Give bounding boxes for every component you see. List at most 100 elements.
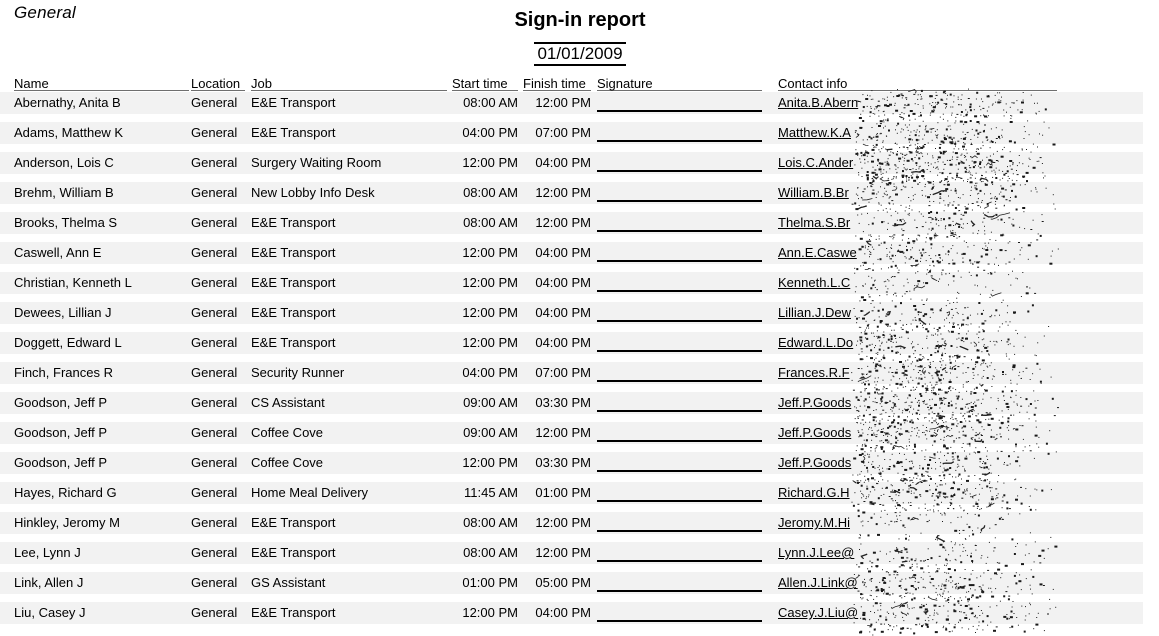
contact-info-link[interactable]: Lois.C.Ander — [778, 155, 1057, 171]
contact-info-link[interactable]: Edward.L.Do — [778, 335, 1057, 351]
table-row: Anderson, Lois C General Surgery Waiting R… — [0, 152, 1159, 182]
contact-info-link[interactable]: Jeff.P.Goods — [778, 395, 1057, 411]
cell-location: General — [191, 605, 238, 620]
signature-line[interactable] — [597, 110, 762, 112]
signature-line[interactable] — [597, 590, 762, 592]
signature-line[interactable] — [597, 620, 762, 622]
cell-start-time: 04:00 PM — [462, 365, 518, 380]
cell-start-time: 12:00 PM — [462, 455, 518, 470]
cell-job: E&E Transport — [251, 125, 336, 140]
contact-info-link[interactable]: William.B.Br — [778, 185, 1057, 201]
cell-finish-time: 04:00 PM — [535, 275, 591, 290]
signature-line[interactable] — [597, 380, 762, 382]
signature-line[interactable] — [597, 200, 762, 202]
signature-line[interactable] — [597, 440, 762, 442]
cell-finish-time: 12:00 PM — [535, 545, 591, 560]
table-row: Finch, Frances R General Security Runner 04… — [0, 362, 1159, 392]
contact-info-link[interactable]: Anita.B.Abern — [778, 95, 1057, 111]
column-header-job: Job — [251, 76, 447, 91]
cell-name: Finch, Frances R — [14, 365, 113, 380]
table-row: Goodson, Jeff P General Coffee Cove 09:00 A… — [0, 422, 1159, 452]
contact-info-link[interactable]: Matthew.K.A — [778, 125, 1057, 141]
contact-info-link[interactable]: Thelma.S.Br — [778, 215, 1057, 231]
signature-line[interactable] — [597, 230, 762, 232]
signature-line[interactable] — [597, 500, 762, 502]
contact-info-link[interactable]: Ann.E.Caswe — [778, 245, 1057, 261]
column-header-start-time: Start time — [452, 76, 518, 91]
cell-location: General — [191, 545, 238, 560]
cell-finish-time: 05:00 PM — [535, 575, 591, 590]
signature-line[interactable] — [597, 260, 762, 262]
cell-job: E&E Transport — [251, 275, 336, 290]
column-header-signature: Signature — [597, 76, 762, 91]
signature-line[interactable] — [597, 290, 762, 292]
signature-line[interactable] — [597, 410, 762, 412]
report-date: 01/01/2009 — [534, 42, 626, 66]
table-row: Liu, Casey J General E&E Transport 12:00 PM… — [0, 602, 1159, 632]
cell-start-time: 12:00 PM — [462, 245, 518, 260]
cell-name: Doggett, Edward L — [14, 335, 122, 350]
table-row: Link, Allen J General GS Assistant 01:00 PM… — [0, 572, 1159, 602]
cell-location: General — [191, 485, 238, 500]
contact-info-link[interactable]: Jeff.P.Goods — [778, 425, 1057, 441]
contact-info-link[interactable]: Casey.J.Liu@ — [778, 605, 1057, 621]
cell-finish-time: 12:00 PM — [535, 95, 591, 110]
table-column-headers: Name Location Job Start time Finish time Sign… — [0, 76, 1159, 92]
cell-location: General — [191, 365, 238, 380]
contact-info-link[interactable]: Richard.G.H — [778, 485, 1057, 501]
table-row: Adams, Matthew K General E&E Transport 04:0… — [0, 122, 1159, 152]
cell-start-time: 08:00 AM — [463, 185, 518, 200]
cell-start-time: 12:00 PM — [462, 605, 518, 620]
cell-finish-time: 04:00 PM — [535, 305, 591, 320]
cell-job: E&E Transport — [251, 515, 336, 530]
cell-finish-time: 12:00 PM — [535, 215, 591, 230]
cell-start-time: 09:00 AM — [463, 395, 518, 410]
cell-job: E&E Transport — [251, 605, 336, 620]
signature-line[interactable] — [597, 530, 762, 532]
cell-name: Dewees, Lillian J — [14, 305, 112, 320]
cell-location: General — [191, 275, 238, 290]
cell-location: General — [191, 155, 238, 170]
signature-line[interactable] — [597, 560, 762, 562]
contact-info-link[interactable]: Jeff.P.Goods — [778, 455, 1057, 471]
contact-info-link[interactable]: Allen.J.Link@ — [778, 575, 1057, 591]
cell-start-time: 09:00 AM — [463, 425, 518, 440]
cell-location: General — [191, 245, 238, 260]
cell-location: General — [191, 425, 238, 440]
cell-start-time: 12:00 PM — [462, 155, 518, 170]
cell-finish-time: 07:00 PM — [535, 125, 591, 140]
table-body: Abernathy, Anita B General E&E Transport 08… — [0, 92, 1159, 632]
cell-location: General — [191, 515, 238, 530]
signature-line[interactable] — [597, 170, 762, 172]
signature-line[interactable] — [597, 140, 762, 142]
signature-line[interactable] — [597, 320, 762, 322]
cell-job: E&E Transport — [251, 305, 336, 320]
contact-info-link[interactable]: Frances.R.F — [778, 365, 1057, 381]
cell-name: Anderson, Lois C — [14, 155, 114, 170]
cell-start-time: 12:00 PM — [462, 335, 518, 350]
cell-job: E&E Transport — [251, 545, 336, 560]
report-date-container: 01/01/2009 — [440, 42, 720, 66]
table-row: Brooks, Thelma S General E&E Transport 08:0… — [0, 212, 1159, 242]
contact-info-link[interactable]: Kenneth.L.C — [778, 275, 1057, 291]
cell-name: Goodson, Jeff P — [14, 455, 107, 470]
column-header-location: Location — [191, 76, 245, 91]
contact-info-link[interactable]: Lillian.J.Dew — [778, 305, 1057, 321]
contact-info-link[interactable]: Jeromy.M.Hi — [778, 515, 1057, 531]
cell-location: General — [191, 455, 238, 470]
table-row: Lee, Lynn J General E&E Transport 08:00 AM 1… — [0, 542, 1159, 572]
cell-finish-time: 07:00 PM — [535, 365, 591, 380]
cell-job: Coffee Cove — [251, 455, 324, 470]
cell-location: General — [191, 575, 238, 590]
signature-line[interactable] — [597, 350, 762, 352]
table-row: Dewees, Lillian J General E&E Transport 12:… — [0, 302, 1159, 332]
cell-location: General — [191, 335, 238, 350]
cell-job: Coffee Cove — [251, 425, 324, 440]
column-header-name: Name — [14, 76, 189, 91]
signature-line[interactable] — [597, 470, 762, 472]
cell-start-time: 01:00 PM — [462, 575, 518, 590]
contact-info-link[interactable]: Lynn.J.Lee@ — [778, 545, 1057, 561]
table-row: Abernathy, Anita B General E&E Transport 08… — [0, 92, 1159, 122]
cell-name: Christian, Kenneth L — [14, 275, 132, 290]
cell-name: Brehm, William B — [14, 185, 114, 200]
